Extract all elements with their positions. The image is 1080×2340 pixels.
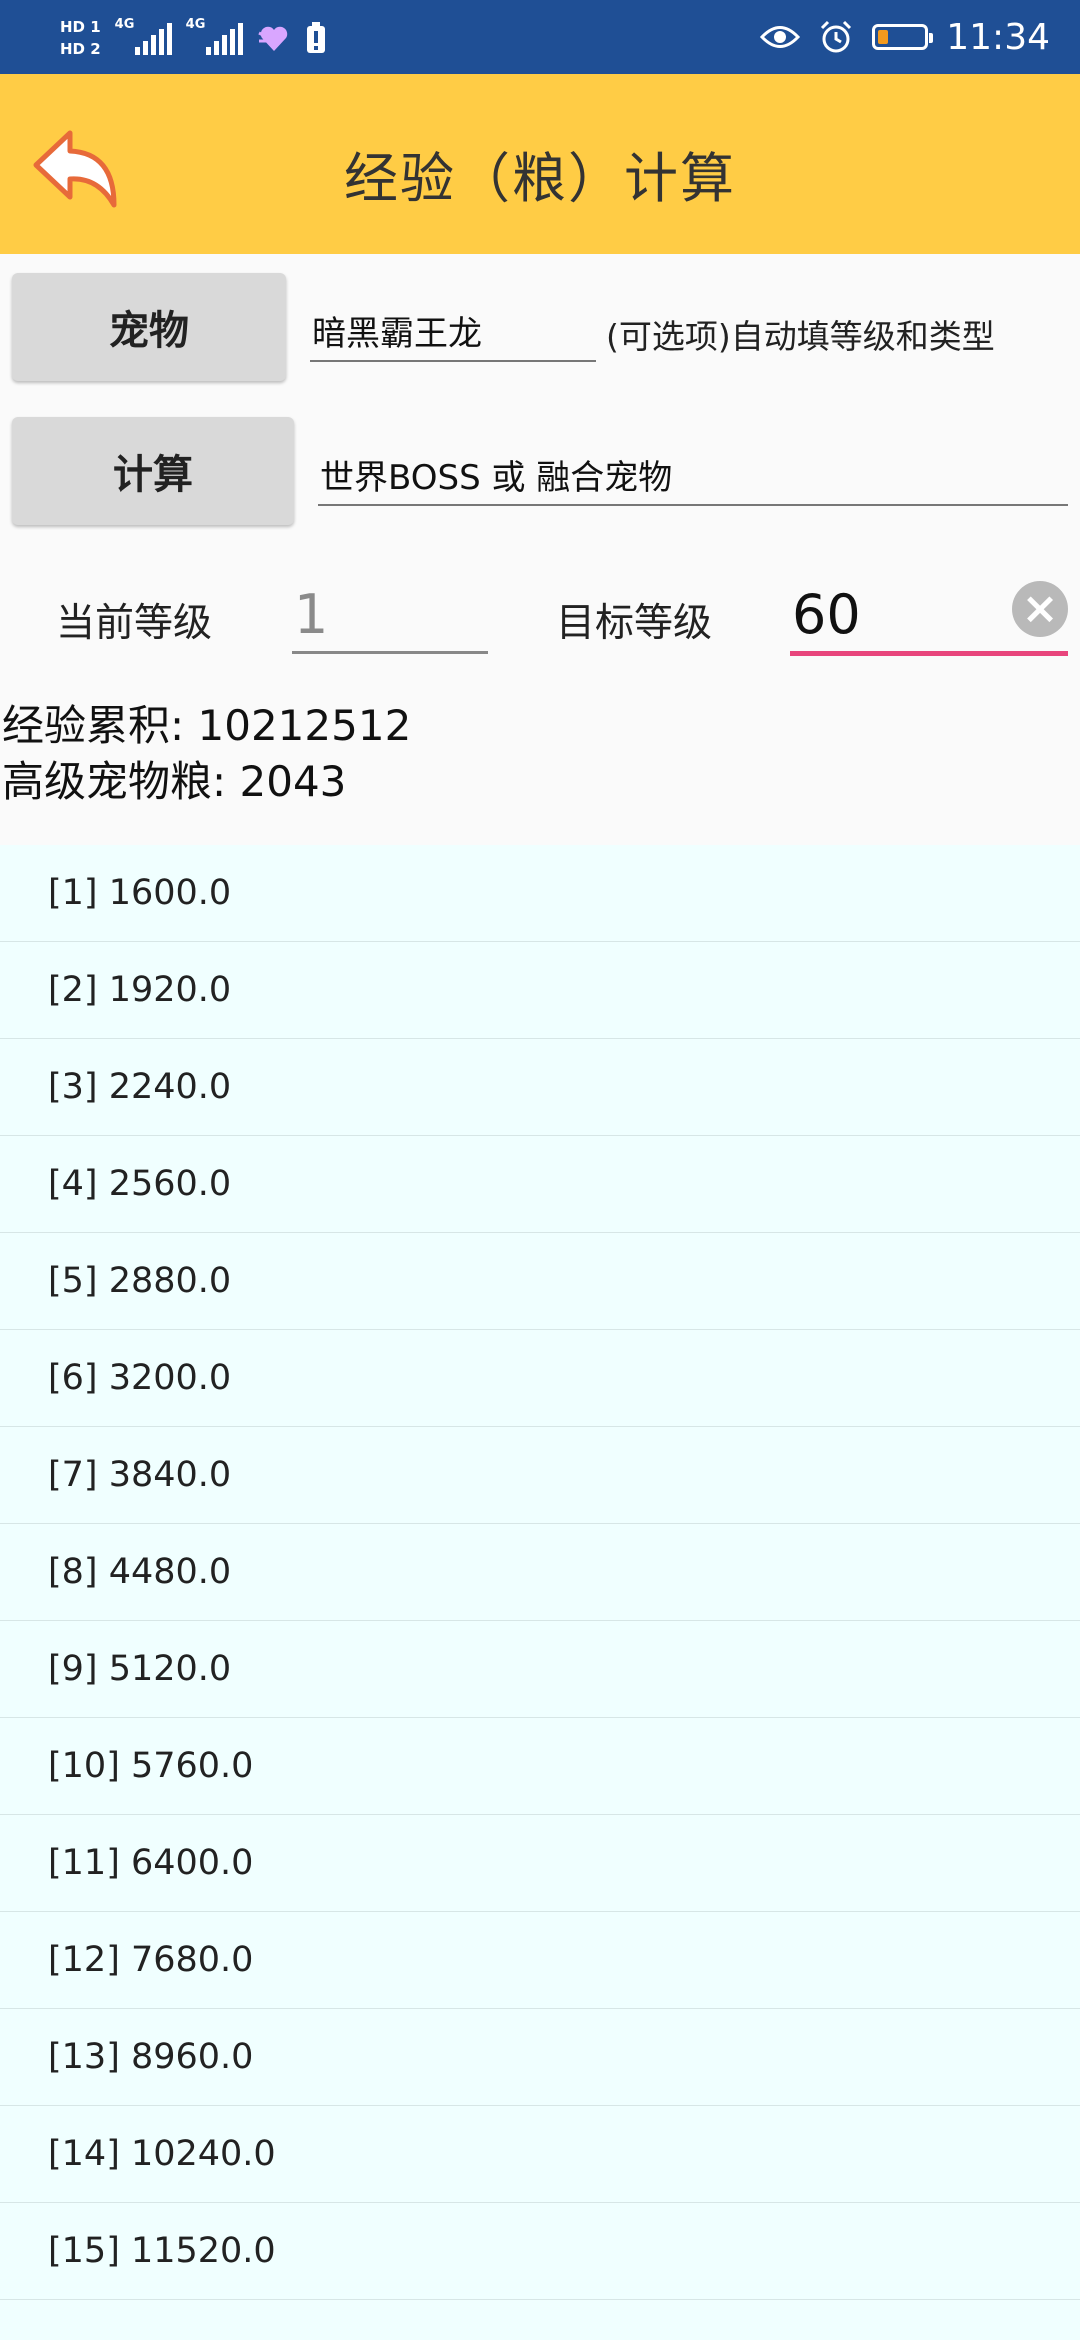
- status-bar: HD 1 HD 2 4G 4G 11:34: [0, 0, 1080, 74]
- signal-2-icon: 4G: [186, 17, 243, 55]
- list-item[interactable]: [6] 3200.0: [0, 1330, 1080, 1427]
- eye-icon: [760, 26, 801, 48]
- list-item[interactable]: [4] 2560.0: [0, 1136, 1080, 1233]
- list-item[interactable]: [12] 7680.0: [0, 1912, 1080, 2009]
- pet-button[interactable]: 宠物: [12, 273, 286, 381]
- hd1-badge: HD 1: [60, 18, 101, 36]
- list-item[interactable]: [9] 5120.0: [0, 1621, 1080, 1718]
- app-bar: 经验（粮）计算: [0, 74, 1080, 254]
- exp-total: 经验累积: 10212512: [2, 692, 411, 753]
- net-type-1: 4G: [114, 17, 135, 32]
- calculate-button[interactable]: 计算: [12, 417, 294, 525]
- list-item[interactable]: [10] 5760.0: [0, 1718, 1080, 1815]
- battery-icon: [872, 24, 934, 50]
- current-level-input[interactable]: 1: [292, 578, 488, 654]
- target-level-label: 目标等级: [556, 601, 713, 646]
- clock: 11:34: [946, 16, 1050, 58]
- list-item[interactable]: [7] 3840.0: [0, 1427, 1080, 1524]
- pet-hint: (可选项)自动填等级和类型: [606, 317, 995, 356]
- heart-app-icon: [258, 26, 287, 51]
- page-title: 经验（粮）计算: [344, 147, 736, 210]
- list-item[interactable]: [3] 2240.0: [0, 1039, 1080, 1136]
- list-item[interactable]: [13] 8960.0: [0, 2009, 1080, 2106]
- storage-icon: [306, 22, 325, 53]
- exp-total-label: 经验累积:: [2, 701, 185, 750]
- pet-type-input[interactable]: 世界BOSS 或 融合宠物: [318, 444, 1068, 506]
- pet-name-input[interactable]: 暗黑霸王龙: [310, 300, 596, 362]
- list-item[interactable]: [15] 11520.0: [0, 2203, 1080, 2300]
- level-exp-list[interactable]: [1] 1600.0 [2] 1920.0 [3] 2240.0 [4] 256…: [0, 845, 1080, 2340]
- food-label: 高级宠物粮:: [2, 757, 227, 806]
- alarm-icon: [821, 20, 852, 53]
- clear-icon[interactable]: ×: [1012, 581, 1068, 637]
- list-item[interactable]: [2] 1920.0: [0, 942, 1080, 1039]
- signal-1-icon: 4G: [115, 17, 172, 55]
- status-left: HD 1 HD 2 4G 4G: [60, 8, 327, 68]
- list-item[interactable]: [8] 4480.0: [0, 1524, 1080, 1621]
- list-item[interactable]: [1] 1600.0: [0, 845, 1080, 942]
- net-type-2: 4G: [185, 17, 206, 32]
- list-item[interactable]: [11] 6400.0: [0, 1815, 1080, 1912]
- current-level-label: 当前等级: [56, 601, 213, 646]
- food-total: 高级宠物粮: 2043: [2, 748, 346, 809]
- exp-total-value: 10212512: [197, 701, 412, 750]
- list-item[interactable]: [5] 2880.0: [0, 1233, 1080, 1330]
- list-item[interactable]: [14] 10240.0: [0, 2106, 1080, 2203]
- hd2-badge: HD 2: [60, 40, 101, 58]
- food-value: 2043: [239, 757, 347, 806]
- status-right: 11:34: [760, 0, 1050, 74]
